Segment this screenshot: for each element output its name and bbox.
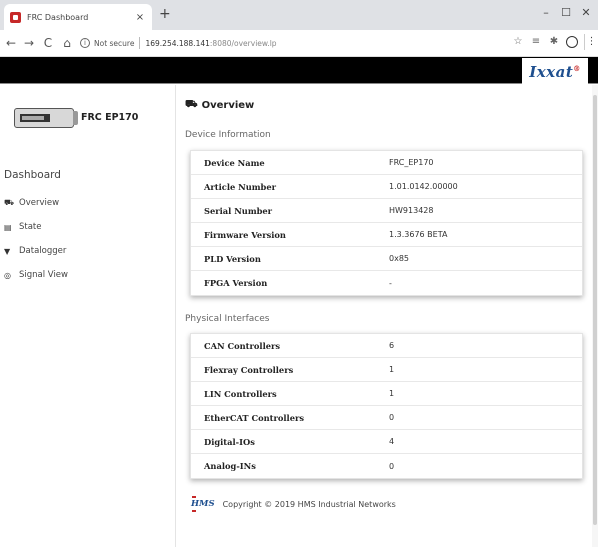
row-value: 0 — [389, 461, 395, 471]
info-icon[interactable]: i — [80, 38, 90, 48]
home-button[interactable]: ⌂ — [60, 35, 74, 51]
row-value: 6 — [389, 341, 395, 350]
table-row: Analog-INs 0 — [191, 454, 582, 478]
sidebar: FRC EP170 Dashboard ⛟ Overview ▤ State ▼… — [0, 85, 176, 547]
table-row: PLD Version 0x85 — [191, 247, 582, 271]
row-label: Analog-INs — [204, 461, 256, 471]
table-row: CAN Controllers 6 — [191, 334, 582, 358]
row-value: 1.01.0142.00000 — [389, 182, 458, 191]
row-value: 0x85 — [389, 254, 410, 263]
row-value: HW913428 — [389, 206, 434, 215]
physical-interfaces-heading: Physical Interfaces — [185, 314, 270, 324]
new-tab-button[interactable]: + — [159, 7, 171, 21]
physical-interfaces-card: CAN Controllers 6 Flexray Controllers 1 LI… — [190, 333, 583, 479]
sidebar-item-datalogger[interactable]: ▼ Datalogger — [4, 239, 164, 263]
row-label: Flexray Controllers — [204, 364, 294, 375]
row-value: 4 — [389, 437, 395, 446]
row-value: FRC_EP170 — [389, 158, 434, 167]
dashboard-title: Dashboard — [4, 169, 61, 181]
footer: HMS Copyright © 2019 HMS Industrial Netw… — [191, 496, 396, 512]
sidebar-item-label: Overview — [19, 198, 60, 208]
browser-tab[interactable]: FRC Dashboard × — [4, 4, 152, 30]
url-text[interactable]: 169.254.188.141:8080/overview.lp — [145, 39, 276, 48]
hms-logo: HMS — [191, 496, 215, 512]
page-title: ⛟ Overview — [185, 99, 254, 112]
row-label: Serial Number — [204, 205, 273, 216]
table-row: FPGA Version - — [191, 271, 582, 295]
row-label: FPGA Version — [204, 278, 268, 288]
row-label: EtherCAT Controllers — [204, 412, 305, 423]
browser-menu-icon[interactable]: ⋮ — [584, 34, 598, 50]
browser-toolbar: ← → C ⌂ i Not secure 169.254.188.141:808… — [0, 30, 598, 57]
row-label: PLD Version — [204, 253, 261, 264]
sidebar-item-label: Datalogger — [19, 246, 67, 256]
copyright-text: Copyright © 2019 HMS Industrial Networks — [222, 499, 396, 509]
sidebar-item-signal-view[interactable]: ◎ Signal View — [4, 263, 164, 287]
table-row: Serial Number HW913428 — [191, 199, 582, 223]
row-label: Firmware Version — [204, 229, 286, 240]
tab-title: FRC Dashboard — [27, 12, 89, 22]
url-path: :8080/overview.lp — [209, 38, 277, 48]
dashboard-icon: ⛟ — [185, 99, 198, 110]
browser-tab-bar: FRC Dashboard × + – ☐ ✕ — [0, 0, 598, 30]
reload-button[interactable]: C — [41, 35, 55, 51]
profile-icon[interactable] — [566, 36, 578, 48]
security-label: Not secure — [94, 38, 135, 48]
row-label: Article Number — [204, 181, 277, 192]
signal-view-icon: ◎ — [4, 270, 11, 280]
row-label: Device Name — [204, 157, 265, 168]
table-row: Article Number 1.01.0142.00000 — [191, 175, 582, 199]
dashboard-icon: ⛟ — [4, 198, 15, 207]
address-bar[interactable]: i Not secure 169.254.188.141:8080/overvi… — [80, 33, 550, 53]
row-label: LIN Controllers — [204, 388, 277, 399]
sidebar-item-overview[interactable]: ⛟ Overview — [4, 191, 164, 215]
forward-button[interactable]: → — [22, 35, 36, 51]
back-button[interactable]: ← — [4, 35, 18, 51]
device-name: FRC EP170 — [81, 112, 139, 123]
brand-logo: Ixxat® — [522, 58, 588, 85]
row-value: 0 — [389, 413, 395, 422]
table-row: Digital-IOs 4 — [191, 430, 582, 454]
brand-text: Ixxat® — [529, 62, 581, 81]
sidebar-item-state[interactable]: ▤ State — [4, 215, 164, 239]
reading-list-icon[interactable]: ≡ — [530, 36, 542, 47]
table-row: Device Name FRC_EP170 — [191, 151, 582, 175]
datalogger-icon: ▼ — [4, 246, 11, 256]
sidebar-item-label: State — [19, 222, 42, 232]
device-info-card: Device Name FRC_EP170 Article Number 1.01.… — [190, 150, 583, 296]
bookmark-star-icon[interactable]: ☆ — [512, 36, 524, 47]
table-row: Firmware Version 1.3.3676 BETA — [191, 223, 582, 247]
row-value: - — [389, 278, 392, 288]
sidebar-nav: ⛟ Overview ▤ State ▼ Datalogger ◎ Signal… — [4, 191, 164, 287]
url-host: 169.254.188.141 — [145, 38, 210, 48]
device-image — [14, 108, 78, 128]
row-label: CAN Controllers — [204, 340, 281, 351]
row-value: 1 — [389, 389, 395, 398]
row-label: Digital-IOs — [204, 436, 255, 447]
table-row: Flexray Controllers 1 — [191, 358, 582, 382]
tab-close-icon[interactable]: × — [134, 12, 146, 23]
app-header — [0, 57, 598, 84]
row-value: 1.3.3676 BETA — [389, 230, 448, 239]
table-row: EtherCAT Controllers 0 — [191, 406, 582, 430]
table-row: LIN Controllers 1 — [191, 382, 582, 406]
sidebar-item-label: Signal View — [19, 270, 68, 280]
scrollbar-thumb[interactable] — [593, 95, 597, 525]
page-title-text: Overview — [201, 100, 255, 111]
close-window-button[interactable]: ✕ — [578, 6, 594, 19]
extensions-icon[interactable]: ✱ — [548, 36, 560, 47]
address-divider — [139, 37, 141, 49]
device-info-heading: Device Information — [185, 130, 271, 140]
minimize-button[interactable]: – — [538, 6, 554, 19]
state-icon: ▤ — [4, 222, 12, 232]
maximize-button[interactable]: ☐ — [558, 6, 574, 19]
scrollbar[interactable] — [592, 85, 598, 547]
favicon-icon — [10, 11, 21, 23]
row-value: 1 — [389, 365, 395, 374]
